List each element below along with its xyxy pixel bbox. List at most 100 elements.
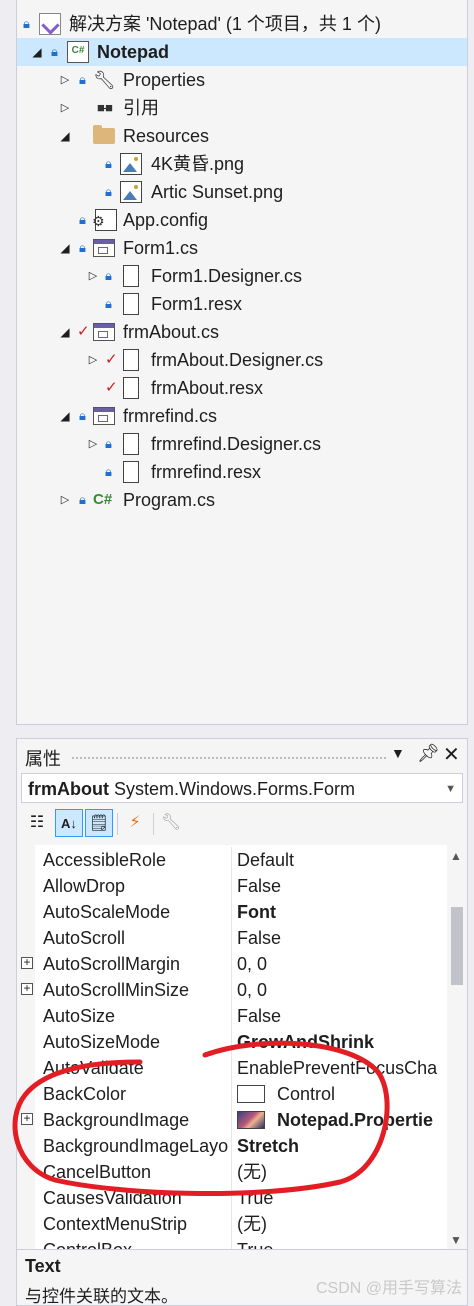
tree-item-file[interactable]: 🔒︎ App.config [17, 206, 467, 235]
properties-icon[interactable]: 🗒︎ [85, 809, 113, 837]
property-row[interactable]: AutoValidate EnablePreventFocusCha [17, 1055, 447, 1081]
property-value[interactable]: Font [237, 899, 447, 925]
tree-item-form[interactable]: ◢ ✓ frmAbout.cs [17, 318, 467, 346]
expand-plus-icon[interactable]: + [21, 982, 33, 995]
tree-item-properties[interactable]: ▷ 🔒︎ 🔧︎ Properties [17, 66, 467, 94]
lock-icon: 🔒︎ [105, 436, 112, 451]
property-name: AccessibleRole [43, 850, 167, 870]
property-row[interactable]: + BackgroundImage Notepad.Propertie [17, 1107, 447, 1133]
property-value[interactable]: False [237, 873, 447, 899]
collapse-arrow-icon[interactable]: ◢ [59, 318, 71, 346]
tree-item-label: Form1.resx [151, 294, 243, 314]
pin-icon[interactable]: 📌︎ [417, 743, 440, 764]
property-value[interactable]: Control [237, 1081, 447, 1107]
tree-item-resources[interactable]: ◢ Resources [17, 122, 467, 150]
tree-item-file[interactable]: 🔒︎ Artic Sunset.png [17, 178, 467, 206]
column-divider [231, 925, 232, 951]
expand-arrow-icon[interactable]: ▷ [87, 346, 99, 374]
tree-item-file[interactable]: 🔒︎ 4K黄昏.png [17, 150, 467, 178]
column-divider [231, 1107, 232, 1133]
expand-arrow-icon[interactable]: ▷ [87, 262, 99, 290]
column-divider [231, 977, 232, 1003]
property-name: AutoScrollMinSize [43, 980, 190, 1000]
property-row[interactable]: AutoScaleMode Font [17, 899, 447, 925]
tree-item-form[interactable]: ◢ 🔒︎ Form1.cs [17, 234, 467, 262]
tree-item-solution[interactable]: 🔒︎ 解决方案 'Notepad' (1 个项目，共 1 个) [17, 10, 467, 38]
property-row[interactable]: AllowDrop False [17, 873, 447, 899]
property-value[interactable]: EnablePreventFocusCha [237, 1055, 447, 1081]
property-row[interactable]: AutoScroll False [17, 925, 447, 951]
property-value[interactable]: 0, 0 [237, 977, 447, 1003]
property-pages-icon[interactable]: 🔧︎ [157, 809, 185, 837]
collapse-arrow-icon[interactable]: ◢ [59, 234, 71, 262]
property-value[interactable]: (无) [237, 1159, 447, 1185]
collapse-arrow-icon[interactable]: ◢ [59, 122, 71, 150]
tree-item-label: Notepad [97, 42, 169, 62]
property-value[interactable]: 0, 0 [237, 951, 447, 977]
panel-drag-grip[interactable] [71, 756, 387, 761]
expand-arrow-icon[interactable]: ▷ [59, 486, 71, 514]
property-name: ControlBox [43, 1237, 231, 1249]
property-row[interactable]: AccessibleRole Default [17, 847, 447, 873]
window-position-menu-icon[interactable]: ▼ [391, 745, 405, 761]
collapse-arrow-icon[interactable]: ◢ [59, 402, 71, 430]
chevron-down-icon[interactable]: ▼ [445, 774, 456, 804]
expand-arrow-icon[interactable]: ▷ [59, 66, 71, 94]
property-name: AutoScrollMargin [43, 954, 181, 974]
property-name: AutoScaleMode [43, 902, 171, 922]
alphabetical-icon[interactable]: A↓ [55, 809, 83, 837]
property-row[interactable]: ControlBox True [17, 1237, 447, 1249]
column-divider [231, 1185, 232, 1211]
tree-item-project[interactable]: ◢ 🔒︎ C# Notepad [17, 38, 467, 66]
property-grid: AccessibleRole Default AllowDrop False A… [17, 845, 447, 1249]
categorized-icon[interactable]: ☷ [23, 809, 51, 837]
property-row[interactable]: + AutoScrollMinSize 0, 0 [17, 977, 447, 1003]
property-value[interactable]: False [237, 925, 447, 951]
close-icon[interactable]: ✕ [443, 742, 460, 767]
property-row[interactable]: AutoSize False [17, 1003, 447, 1029]
collapse-arrow-icon[interactable]: ◢ [31, 38, 43, 66]
property-row[interactable]: ContextMenuStrip (无) [17, 1211, 447, 1237]
tree-item-file[interactable]: ✓ frmAbout.resx [17, 374, 467, 402]
scroll-up-icon[interactable]: ▲ [450, 849, 462, 863]
events-icon[interactable]: ⚡︎ [121, 809, 149, 837]
property-value[interactable]: True [237, 1237, 447, 1249]
property-name: AutoValidate [43, 1058, 144, 1078]
tree-item-form[interactable]: ◢ 🔒︎ frmrefind.cs [17, 402, 467, 430]
tree-item-file[interactable]: ▷ ✓ frmAbout.Designer.cs [17, 346, 467, 374]
property-value[interactable]: Stretch [237, 1133, 447, 1159]
color-swatch [237, 1085, 265, 1103]
property-row[interactable]: BackgroundImageLayo Stretch [17, 1133, 447, 1159]
tree-item-file[interactable]: 🔒︎ Form1.resx [17, 290, 467, 318]
tree-item-file[interactable]: ▷ 🔒︎ C# Program.cs [17, 486, 467, 514]
scroll-down-icon[interactable]: ▼ [450, 1233, 462, 1247]
expand-arrow-icon[interactable]: ▷ [59, 94, 71, 122]
property-row[interactable]: BackColor Control [17, 1081, 447, 1107]
tree-item-label: Form1.Designer.cs [151, 266, 303, 286]
property-value[interactable]: True [237, 1185, 447, 1211]
scrollbar-thumb[interactable] [451, 907, 463, 985]
expand-plus-icon[interactable]: + [21, 956, 33, 969]
expand-arrow-icon[interactable]: ▷ [87, 430, 99, 458]
property-row[interactable]: CausesValidation True [17, 1185, 447, 1211]
property-value-text: Control [277, 1084, 336, 1104]
vertical-scrollbar[interactable]: ▲ ▼ [447, 845, 467, 1249]
property-value[interactable]: (无) [237, 1211, 447, 1237]
lock-icon: 🔒︎ [79, 212, 86, 227]
object-name: frmAbout [28, 779, 109, 799]
property-value[interactable]: GrowAndShrink [237, 1029, 447, 1055]
property-value[interactable]: False [237, 1003, 447, 1029]
tree-item-file[interactable]: ▷ 🔒︎ frmrefind.Designer.cs [17, 430, 467, 458]
property-value[interactable]: Default [237, 847, 447, 873]
object-selector[interactable]: frmAbout System.Windows.Forms.Form ▼ [21, 773, 463, 803]
property-row[interactable]: + AutoScrollMargin 0, 0 [17, 951, 447, 977]
tree-item-file[interactable]: ▷ 🔒︎ Form1.Designer.cs [17, 262, 467, 290]
file-icon [123, 265, 139, 287]
expand-plus-icon[interactable]: + [21, 1112, 33, 1125]
property-row[interactable]: CancelButton (无) [17, 1159, 447, 1185]
tree-item-references[interactable]: ▷ ■-■ 引用 [17, 94, 467, 122]
tree-item-label: Form1.cs [123, 238, 199, 258]
property-value[interactable]: Notepad.Propertie [237, 1107, 447, 1133]
property-row[interactable]: AutoSizeMode GrowAndShrink [17, 1029, 447, 1055]
tree-item-file[interactable]: 🔒︎ frmrefind.resx [17, 458, 467, 486]
